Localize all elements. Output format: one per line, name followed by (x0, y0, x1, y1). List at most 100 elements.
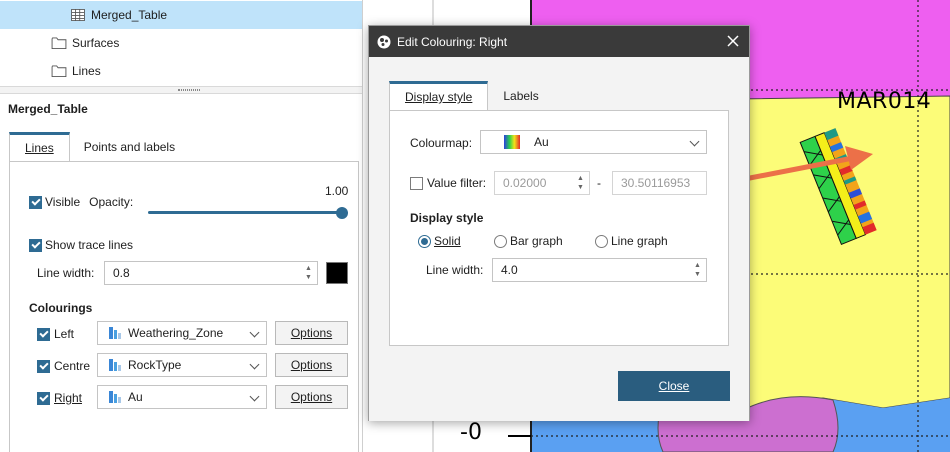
filter-min-input[interactable]: 0.02000 ▲ ▼ (494, 171, 590, 195)
tree-item-lines[interactable]: Lines (0, 57, 362, 85)
properties-tabs: Lines Points and labels (9, 132, 189, 161)
style-option-line-graph[interactable]: Line graph (595, 234, 668, 248)
colouring-row-left: Left (37, 327, 74, 341)
dialog-title: Edit Colouring: Right (397, 34, 508, 49)
close-icon[interactable] (727, 35, 739, 47)
dialog-tabs: Display style Labels (389, 81, 554, 110)
folder-icon (51, 37, 67, 49)
spin-down-icon[interactable]: ▼ (577, 184, 584, 191)
filter-separator: - (597, 176, 601, 190)
chevron-down-icon (249, 359, 260, 370)
show-trace-lines-label: Show trace lines (45, 238, 134, 252)
app-logo-icon (377, 35, 391, 49)
numeric-colourmap-icon (109, 391, 121, 403)
style-option-solid[interactable]: Solid (418, 234, 461, 248)
right-colouring-select[interactable]: Au (97, 385, 267, 409)
opacity-slider-thumb[interactable] (336, 207, 348, 219)
line-width-label: Line width: (37, 266, 95, 280)
select-value: Au (128, 390, 143, 404)
tab-display-style[interactable]: Display style (389, 81, 489, 110)
centre-colouring-select[interactable]: RockType (97, 353, 267, 377)
spin-down-icon[interactable]: ▼ (305, 274, 312, 281)
tree-item-surfaces[interactable]: Surfaces (0, 29, 362, 57)
display-style-title: Display style (410, 211, 484, 225)
colouring-row-right: Right (37, 391, 82, 405)
radio-label: Line graph (611, 234, 668, 248)
panel-splitter[interactable] (0, 86, 362, 94)
colouring-row-centre: Centre (37, 359, 90, 373)
radio-label: Bar graph (510, 234, 563, 248)
tab-labels[interactable]: Labels (488, 81, 553, 110)
tree-item-label: Surfaces (72, 36, 120, 50)
tree-item-label: Lines (72, 64, 101, 78)
spin-up-icon[interactable]: ▲ (305, 265, 312, 272)
colouring-label: Right (54, 391, 83, 405)
dialog-titlebar[interactable]: Edit Colouring: Right (369, 26, 749, 57)
value-filter-label: Value filter: (427, 176, 487, 190)
opacity-label: Opacity: (89, 195, 134, 209)
centre-options-button[interactable]: Options (275, 353, 348, 377)
chevron-down-icon (249, 391, 260, 402)
visible-label: Visible (45, 195, 81, 209)
button-label: Options (290, 390, 333, 404)
properties-title: Merged_Table (8, 102, 88, 116)
line-width-value: 0.8 (113, 266, 130, 280)
show-trace-lines-checkbox[interactable] (29, 238, 42, 252)
right-colouring-checkbox[interactable] (37, 391, 50, 405)
dialog-body: Display style Labels Colourmap: Au Value… (369, 57, 749, 421)
filter-max-input[interactable]: 30.50116953 (612, 171, 707, 195)
style-option-bar-graph[interactable]: Bar graph (494, 234, 563, 248)
line-width-value: 4.0 (501, 263, 518, 277)
tab-label: Points and labels (83, 139, 176, 154)
filter-max-value: 30.50116953 (621, 176, 691, 190)
categorical-colourmap-icon (109, 327, 121, 339)
opacity-slider[interactable] (148, 211, 342, 214)
colourmap-select[interactable]: Au (480, 130, 707, 154)
splitter-grip-icon (178, 89, 200, 91)
drillhole-label: MAR014 (837, 89, 932, 114)
button-label: Options (290, 358, 333, 372)
colouring-label: Left (54, 327, 75, 341)
categorical-colourmap-icon (109, 359, 121, 371)
tab-points-and-labels[interactable]: Points and labels (70, 132, 189, 161)
tab-label: Lines (25, 141, 54, 155)
tab-label: Display style (405, 90, 473, 104)
centre-colouring-checkbox[interactable] (37, 359, 50, 373)
spin-down-icon[interactable]: ▼ (694, 271, 701, 278)
select-value: Weathering_Zone (128, 326, 224, 340)
button-label: Options (290, 326, 333, 340)
elevation-axis-label: -0 (460, 420, 482, 445)
dialog-line-width-spinbox[interactable]: 4.0 ▲ ▼ (492, 258, 707, 282)
spin-up-icon[interactable]: ▲ (577, 175, 584, 182)
chevron-down-icon (689, 136, 700, 147)
right-options-button[interactable]: Options (275, 385, 348, 409)
button-label: Close (658, 379, 690, 393)
dialog-line-width-label: Line width: (426, 263, 484, 277)
left-colouring-select[interactable]: Weathering_Zone (97, 321, 267, 345)
tree-item-merged-table[interactable]: Merged_Table (0, 1, 362, 29)
visible-checkbox[interactable] (29, 195, 42, 209)
left-colouring-checkbox[interactable] (37, 327, 50, 341)
left-options-button[interactable]: Options (275, 321, 348, 345)
close-button[interactable]: Close (618, 371, 730, 401)
spin-up-icon[interactable]: ▲ (694, 262, 701, 269)
line-width-spinbox[interactable]: 0.8 ▲ ▼ (104, 261, 318, 285)
line-colour-swatch[interactable] (326, 262, 348, 284)
edit-colouring-dialog: Edit Colouring: Right Display style Labe… (368, 25, 750, 421)
colouring-label: Centre (54, 359, 91, 373)
radio-label: Solid (434, 234, 461, 248)
solid-radio[interactable] (418, 234, 431, 248)
table-icon (71, 9, 85, 21)
opacity-value: 1.00 (325, 184, 349, 198)
tree-item-label: Merged_Table (91, 8, 168, 22)
folder-icon (51, 65, 67, 77)
tab-label: Labels (503, 88, 539, 103)
tab-lines[interactable]: Lines (9, 132, 70, 161)
line-graph-radio[interactable] (595, 234, 608, 248)
select-value: RockType (128, 358, 182, 372)
colourmap-label-text: Colourmap: (410, 136, 473, 150)
bar-graph-radio[interactable] (494, 234, 507, 248)
value-filter-checkbox[interactable] (410, 176, 423, 190)
left-panel: Merged_Table Surfaces Lines Merged_Table… (0, 0, 363, 452)
value-filter-row: Value filter: (410, 176, 486, 190)
